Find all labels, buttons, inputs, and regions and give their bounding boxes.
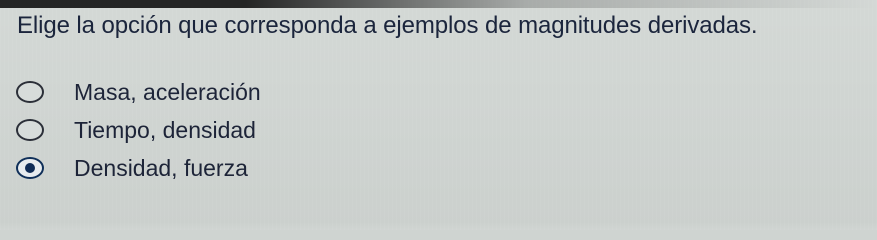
answer-option-tiempo-densidad[interactable]: Tiempo, densidad <box>14 111 514 149</box>
option-label: Densidad, fuerza <box>74 155 248 181</box>
bottom-divider <box>0 222 877 230</box>
quiz-page: Elige la opción que corresponda a ejempl… <box>0 0 877 230</box>
radio-button[interactable] <box>16 119 44 141</box>
answer-option-densidad-fuerza[interactable]: Densidad, fuerza <box>14 149 514 187</box>
radio-button-selected[interactable] <box>16 157 44 179</box>
answer-options: Masa, aceleración Tiempo, densidad Densi… <box>14 73 514 187</box>
option-label: Tiempo, densidad <box>74 117 256 143</box>
question-text: Elige la opción que corresponda a ejempl… <box>17 12 758 39</box>
radio-button[interactable] <box>16 81 44 103</box>
top-divider <box>0 0 877 8</box>
answer-option-masa-aceleracion[interactable]: Masa, aceleración <box>14 73 514 111</box>
option-label: Masa, aceleración <box>74 79 261 105</box>
